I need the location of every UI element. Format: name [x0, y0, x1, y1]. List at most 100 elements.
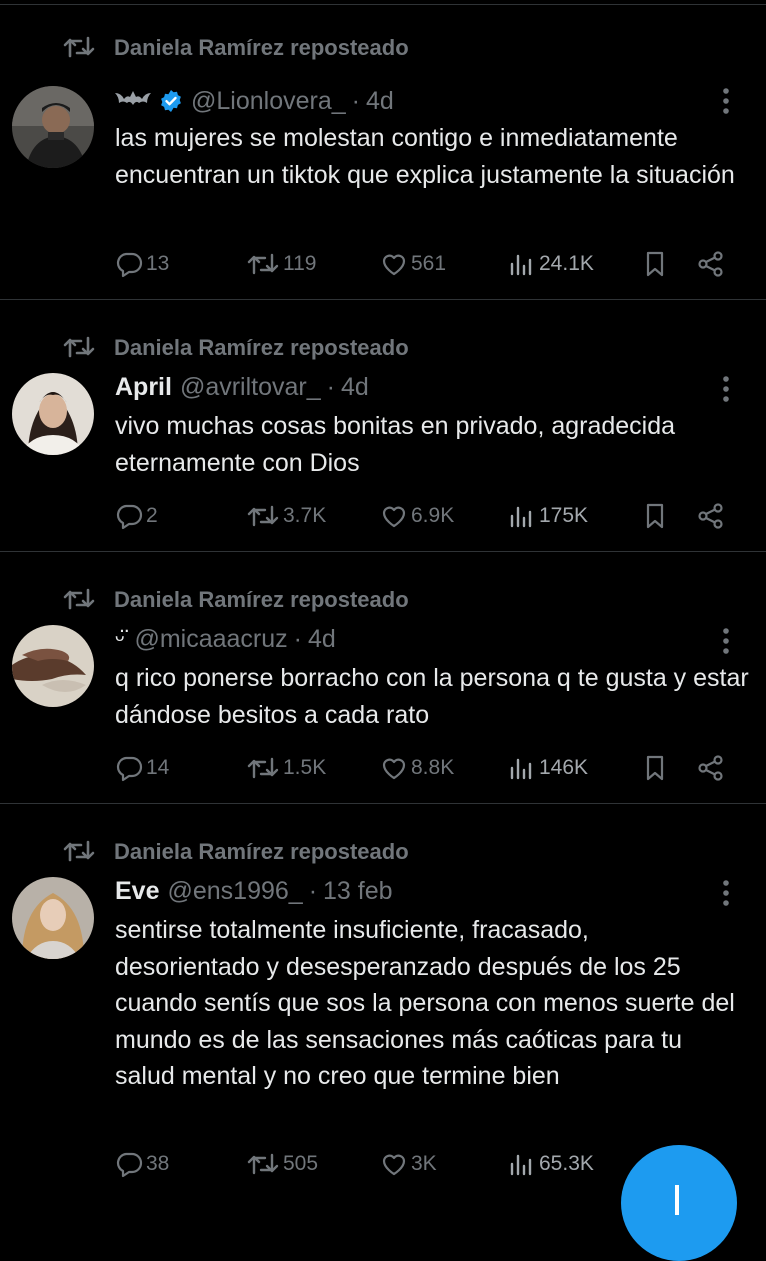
retweet-count: 3.7K	[283, 504, 327, 527]
bookmark-icon[interactable]	[641, 754, 669, 782]
retweet-icon	[247, 253, 279, 275]
like-button[interactable]: 561	[380, 247, 446, 281]
reposted-by-label: Daniela Ramírez reposteado	[114, 587, 409, 612]
more-icon[interactable]	[716, 626, 736, 656]
timestamp[interactable]: 4d	[366, 87, 394, 116]
like-button[interactable]: 6.9K	[380, 499, 454, 533]
repost-icon	[63, 588, 95, 610]
views-button[interactable]: 24.1K	[508, 247, 594, 281]
more-icon[interactable]	[716, 878, 736, 908]
like-icon	[382, 1154, 406, 1176]
reply-count: 13	[146, 252, 170, 275]
tweet-3[interactable]: Daniela Ramírez reposteado ᵕ̈ @micaaacru…	[0, 552, 766, 804]
tweet-2[interactable]: Daniela Ramírez reposteado April @avrilt…	[0, 300, 766, 552]
reply-count: 14	[146, 756, 170, 779]
reply-count: 2	[146, 504, 158, 527]
reply-count: 38	[146, 1152, 170, 1175]
repost-indicator: Daniela Ramírez reposteado	[62, 334, 409, 360]
share-icon[interactable]	[697, 502, 725, 530]
reply-icon	[116, 756, 143, 782]
reply-button[interactable]: 14	[115, 751, 169, 785]
reply-button[interactable]: 13	[115, 247, 169, 281]
repost-icon	[63, 336, 95, 358]
compose-icon	[675, 1185, 679, 1215]
views-icon	[510, 758, 532, 780]
avatar[interactable]	[12, 86, 94, 168]
retweet-count: 1.5K	[283, 756, 327, 779]
like-count: 561	[411, 252, 447, 275]
retweet-button[interactable]: 1.5K	[246, 751, 326, 785]
action-bar: 14 1.5K 8.8K 146K	[115, 751, 735, 785]
repost-icon	[63, 36, 95, 58]
timestamp[interactable]: 4d	[308, 625, 336, 654]
share-icon[interactable]	[697, 754, 725, 782]
separator-dot: ·	[326, 372, 335, 401]
more-icon[interactable]	[716, 86, 736, 116]
like-count: 6.9K	[411, 504, 455, 527]
separator-dot: ·	[293, 624, 302, 653]
reply-icon	[116, 504, 143, 530]
like-button[interactable]: 8.8K	[380, 751, 454, 785]
retweet-button[interactable]: 505	[246, 1147, 318, 1181]
display-name[interactable]: Eve	[115, 877, 159, 906]
like-icon	[382, 254, 406, 276]
like-icon	[382, 506, 406, 528]
bookmark-icon[interactable]	[641, 250, 669, 278]
display-name[interactable]: ᵕ̈	[115, 625, 124, 654]
retweet-icon	[247, 757, 279, 779]
like-count: 3K	[411, 1152, 437, 1175]
like-button[interactable]: 3K	[380, 1147, 437, 1181]
more-icon[interactable]	[716, 374, 736, 404]
display-name[interactable]: April	[115, 373, 172, 402]
reposted-by-label: Daniela Ramírez reposteado	[114, 335, 409, 360]
reply-button[interactable]: 2	[115, 499, 158, 533]
tweet-text: vivo muchas cosas bonitas en privado, ag…	[115, 412, 676, 477]
like-count: 8.8K	[411, 756, 455, 779]
tweet-header: Eve @ens1996_ · 13 feb	[115, 875, 393, 907]
retweet-count: 505	[283, 1152, 319, 1175]
avatar[interactable]	[12, 373, 94, 455]
retweet-button[interactable]: 119	[246, 247, 316, 281]
handle[interactable]: @ens1996_	[167, 877, 302, 906]
repost-indicator: Daniela Ramírez reposteado	[62, 586, 409, 612]
handle[interactable]: @avriltovar_	[180, 373, 321, 402]
reply-icon	[116, 1152, 143, 1178]
separator-dot: ·	[308, 876, 318, 905]
reposted-by-label: Daniela Ramírez reposteado	[114, 839, 409, 864]
views-icon	[510, 1154, 532, 1176]
action-bar: 13 119 561 24.1K	[115, 247, 735, 281]
tweet-text: q rico ponerse borracho con la persona q…	[115, 664, 749, 729]
handle[interactable]: @Lionlovera_	[191, 87, 346, 116]
avatar[interactable]	[12, 625, 94, 707]
views-button[interactable]: 175K	[508, 499, 588, 533]
avatar[interactable]	[12, 877, 94, 959]
bookmark-icon[interactable]	[641, 502, 669, 530]
views-count: 24.1K	[539, 252, 594, 275]
views-count: 65.3K	[539, 1152, 594, 1175]
tweet-header: @Lionlovera_ · 4d	[115, 85, 394, 117]
like-icon	[382, 758, 406, 780]
retweet-button[interactable]: 3.7K	[246, 499, 326, 533]
views-icon	[510, 254, 532, 276]
share-icon[interactable]	[697, 250, 725, 278]
tweet-text: sentirse totalmente insuficiente, fracas…	[115, 916, 735, 1090]
retweet-icon	[247, 1153, 279, 1175]
timestamp[interactable]: 13 feb	[323, 877, 393, 906]
retweet-icon	[247, 505, 279, 527]
bat-icon	[115, 89, 151, 113]
tweet-header: April @avriltovar_ · 4d	[115, 371, 369, 403]
tweet-1[interactable]: Daniela Ramírez reposteado @Lionlovera_ …	[0, 0, 766, 300]
compose-button[interactable]	[621, 1145, 737, 1261]
tweet-header: ᵕ̈ @micaaacruz · 4d	[115, 623, 336, 655]
tweet-text: las mujeres se molestan contigo e inmedi…	[115, 124, 735, 189]
views-button[interactable]: 65.3K	[508, 1147, 594, 1181]
reply-button[interactable]: 38	[115, 1147, 169, 1181]
handle[interactable]: @micaaacruz	[134, 625, 287, 654]
views-button[interactable]: 146K	[508, 751, 588, 785]
separator-dot: ·	[351, 86, 360, 115]
verified-badge-icon	[161, 90, 181, 112]
timestamp[interactable]: 4d	[341, 373, 369, 402]
tweet-4[interactable]: Daniela Ramírez reposteado Eve @ens1996_…	[0, 804, 766, 1200]
reply-icon	[116, 252, 143, 278]
repost-indicator: Daniela Ramírez reposteado	[62, 838, 409, 864]
